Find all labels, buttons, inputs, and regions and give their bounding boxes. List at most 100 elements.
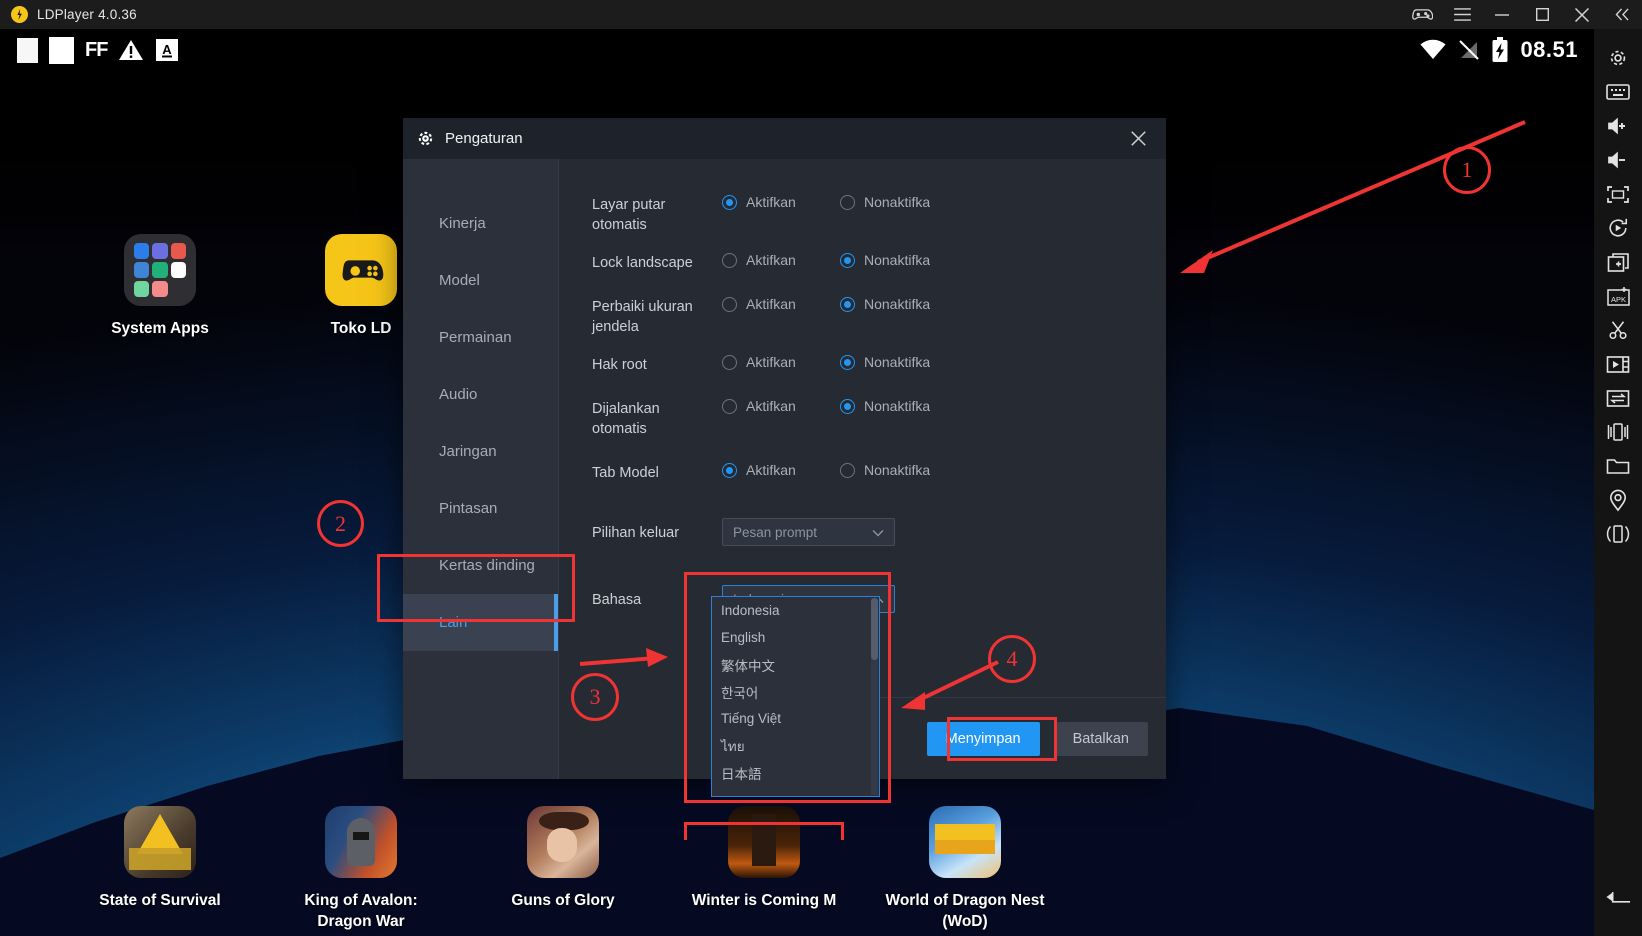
fullscreen-icon[interactable] bbox=[1594, 177, 1642, 211]
annotation-marker-1: 1 bbox=[1443, 146, 1491, 194]
sidebar-item-kinerja[interactable]: Kinerja bbox=[403, 195, 558, 252]
radio-disable[interactable]: Nonaktifka bbox=[840, 194, 958, 210]
ldplayer-window: Search games System Apps bbox=[0, 0, 1642, 936]
collapse-icon[interactable] bbox=[1602, 0, 1642, 29]
sync-icon[interactable] bbox=[1594, 381, 1642, 415]
setting-row-dijalankan-otomatis: Dijalankan otomatis Aktifkan Nonaktifka bbox=[559, 397, 1166, 439]
radio-group: Aktifkan Nonaktifka bbox=[722, 397, 958, 414]
minimize-icon[interactable] bbox=[1482, 0, 1522, 29]
desktop-icon-guns-of-glory[interactable]: Guns of Glory bbox=[483, 806, 643, 911]
install-apk-icon[interactable]: APK bbox=[1594, 279, 1642, 313]
sidebar-item-audio[interactable]: Audio bbox=[403, 366, 558, 423]
setting-row-lock-landscape: Lock landscape Aktifkan Nonaktifka bbox=[559, 251, 1166, 273]
cancel-button[interactable]: Batalkan bbox=[1053, 721, 1148, 756]
radio-group: Aktifkan Nonaktifka bbox=[722, 461, 958, 478]
radio-dot-icon bbox=[722, 296, 737, 312]
radio-label: Aktifkan bbox=[746, 296, 796, 312]
radio-label: Nonaktifka bbox=[864, 252, 931, 268]
radio-disable[interactable]: Nonaktifka bbox=[840, 252, 958, 268]
desktop-icon-system-apps[interactable]: System Apps bbox=[80, 234, 240, 339]
radio-dot-icon bbox=[722, 252, 737, 268]
radio-dot-icon bbox=[722, 398, 737, 414]
setting-row-hak-root: Hak root Aktifkan Nonaktifka bbox=[559, 353, 1166, 375]
setting-row-pilihan-keluar: Pilihan keluar Pesan prompt bbox=[559, 518, 1166, 546]
setting-row-layar-putar-otomatis: Layar putar otomatis Aktifkan Nonaktifka bbox=[559, 193, 1166, 235]
gamepad-icon[interactable] bbox=[1402, 0, 1442, 29]
settings-gear-icon[interactable] bbox=[1594, 41, 1642, 75]
game-icon bbox=[325, 806, 397, 878]
menu-icon[interactable] bbox=[1442, 0, 1482, 29]
keyboard-icon[interactable] bbox=[1594, 75, 1642, 109]
scissors-icon[interactable] bbox=[1594, 313, 1642, 347]
desktop-icon-king-of-avalon[interactable]: King of Avalon: Dragon War bbox=[281, 806, 441, 932]
radio-label: Nonaktifka bbox=[864, 194, 931, 210]
radio-group: Aktifkan Nonaktifka bbox=[722, 353, 958, 370]
radio-dot-icon bbox=[722, 462, 737, 478]
close-icon[interactable] bbox=[1118, 118, 1158, 159]
annotation-rect-save bbox=[947, 717, 1057, 761]
video-icon[interactable] bbox=[1594, 347, 1642, 381]
radio-label: Nonaktifka bbox=[864, 354, 931, 370]
radio-enable[interactable]: Aktifkan bbox=[722, 354, 840, 370]
sidebar-item-jaringan[interactable]: Jaringan bbox=[403, 423, 558, 480]
radio-dot-icon bbox=[840, 194, 855, 210]
radio-disable[interactable]: Nonaktifka bbox=[840, 296, 958, 312]
sidebar-item-pintasan[interactable]: Pintasan bbox=[403, 480, 558, 537]
radio-enable[interactable]: Aktifkan bbox=[722, 398, 840, 414]
annotation-arrow-3 bbox=[579, 648, 668, 667]
game-icon bbox=[124, 806, 196, 878]
exit-option-select[interactable]: Pesan prompt bbox=[722, 518, 895, 546]
volume-down-icon[interactable] bbox=[1594, 143, 1642, 177]
location-pin-icon[interactable] bbox=[1594, 483, 1642, 517]
wifi-icon bbox=[1420, 39, 1446, 59]
white-square-2-icon bbox=[49, 36, 74, 64]
annotation-arrow-1 bbox=[1180, 120, 1526, 273]
nav-label: Audio bbox=[439, 386, 478, 403]
desktop-icon-label: State of Survival bbox=[99, 892, 221, 909]
sidebar-item-permainan[interactable]: Permainan bbox=[403, 309, 558, 366]
sidebar-item-model[interactable]: Model bbox=[403, 252, 558, 309]
annotation-rect-winter bbox=[684, 822, 844, 840]
shake-icon[interactable] bbox=[1594, 415, 1642, 449]
radio-disable[interactable]: Nonaktifka bbox=[840, 354, 958, 370]
folder-icon[interactable] bbox=[1594, 449, 1642, 483]
radio-label: Nonaktifka bbox=[864, 296, 931, 312]
radio-dot-icon bbox=[840, 398, 855, 414]
setting-label: Layar putar otomatis bbox=[592, 197, 666, 233]
select-value: Pesan prompt bbox=[733, 524, 818, 540]
add-window-icon[interactable] bbox=[1594, 245, 1642, 279]
radio-label: Aktifkan bbox=[746, 194, 796, 210]
volume-up-icon[interactable] bbox=[1594, 109, 1642, 143]
back-arrow-icon[interactable] bbox=[1594, 880, 1642, 914]
setting-label: Tab Model bbox=[592, 465, 659, 481]
right-toolbar: APK bbox=[1594, 29, 1642, 936]
maximize-icon[interactable] bbox=[1522, 0, 1562, 29]
radio-disable[interactable]: Nonaktifka bbox=[840, 462, 958, 478]
rotate-icon[interactable] bbox=[1594, 211, 1642, 245]
virtual-device-icon[interactable] bbox=[1594, 517, 1642, 551]
radio-enable[interactable]: Aktifkan bbox=[722, 252, 840, 268]
game-icon bbox=[929, 806, 1001, 878]
setting-label: Hak root bbox=[592, 357, 647, 373]
dialog-title: Pengaturan bbox=[445, 130, 523, 147]
radio-disable[interactable]: Nonaktifka bbox=[840, 398, 958, 414]
radio-label: Nonaktifka bbox=[864, 462, 931, 478]
desktop-icon-world-of-dragon-nest[interactable]: World of Dragon Nest (WoD) bbox=[885, 806, 1045, 932]
radio-enable[interactable]: Aktifkan bbox=[722, 296, 840, 312]
nav-label: Model bbox=[439, 272, 480, 289]
radio-dot-icon bbox=[840, 296, 855, 312]
radio-label: Aktifkan bbox=[746, 398, 796, 414]
ldplayer-logo-icon bbox=[11, 6, 28, 23]
radio-group: Aktifkan Nonaktifka bbox=[722, 193, 958, 210]
radio-group: Aktifkan Nonaktifka bbox=[722, 251, 958, 268]
annotation-marker-3: 3 bbox=[571, 673, 619, 721]
radio-enable[interactable]: Aktifkan bbox=[722, 194, 840, 210]
close-icon[interactable] bbox=[1562, 0, 1602, 29]
setting-label: Dijalankan otomatis bbox=[592, 401, 660, 437]
radio-label: Nonaktifka bbox=[864, 398, 931, 414]
android-status-bar: FF A 08.51 bbox=[0, 29, 1594, 71]
window-titlebar: LDPlayer 4.0.36 bbox=[0, 0, 1642, 29]
radio-enable[interactable]: Aktifkan bbox=[722, 462, 840, 478]
desktop-icon-state-of-survival[interactable]: State of Survival bbox=[80, 806, 240, 911]
gamepad-store-icon bbox=[325, 234, 397, 306]
